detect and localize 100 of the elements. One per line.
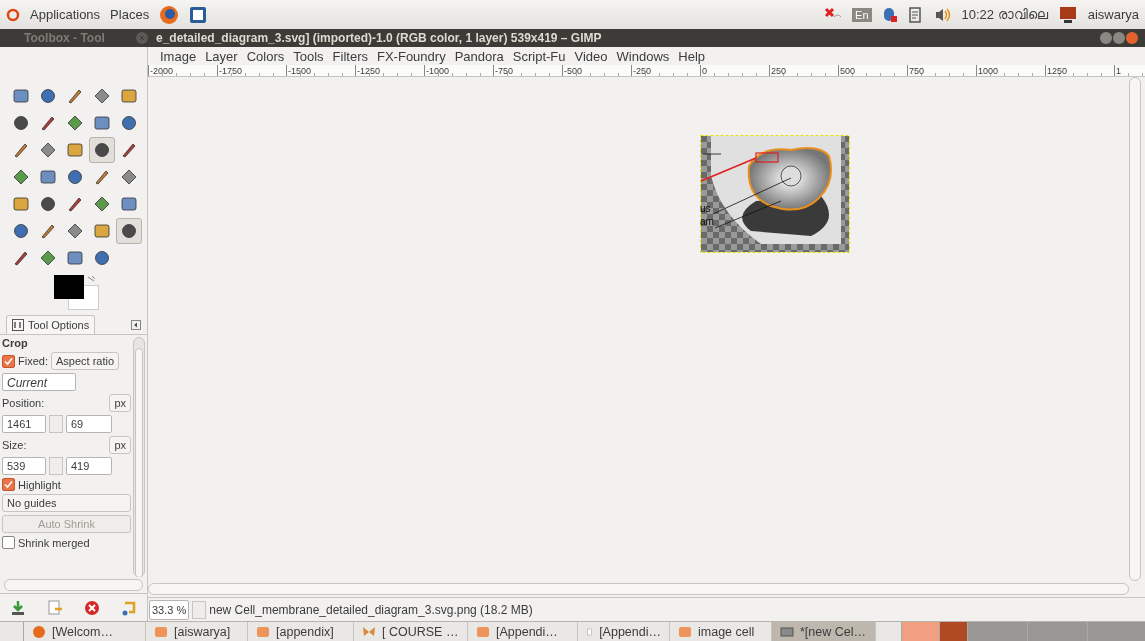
browser-icon [32, 624, 46, 639]
tool-icon [66, 222, 84, 240]
panel-menu-icon[interactable] [131, 319, 141, 330]
clipboard-icon[interactable] [907, 6, 924, 23]
butterfly-icon [362, 624, 376, 639]
taskbar-item[interactable]: [ COURSE … [354, 622, 468, 641]
guides-dropdown[interactable]: No guides [2, 494, 131, 512]
tool-options-icon [12, 319, 24, 331]
bluetooth-icon[interactable] [881, 6, 898, 23]
highlight-checkbox[interactable] [2, 478, 15, 491]
tool-icon [66, 249, 84, 267]
tool-button[interactable] [89, 137, 115, 163]
scrollbar[interactable] [148, 583, 1129, 595]
taskbar-item[interactable]: [appendix] [248, 622, 354, 641]
tool-icon [12, 168, 30, 186]
aspect-ratio-dropdown[interactable]: Aspect ratio [50, 352, 120, 370]
tool-icon [120, 114, 138, 132]
panel-menu[interactable]: Applications [30, 7, 101, 22]
shrink-merged-checkbox[interactable] [2, 536, 15, 549]
taskbar-item[interactable]: [Appendi… [578, 622, 670, 641]
tool-icon [39, 249, 57, 267]
height-field[interactable]: 419 [66, 457, 112, 475]
tool-button[interactable] [116, 218, 142, 244]
taskbar-item[interactable]: *[new Cel… [772, 622, 876, 641]
menu-item[interactable]: Layer [205, 48, 238, 64]
toolbox-title: Toolbox - Tool [23, 31, 106, 45]
window-controls-icon[interactable] [1099, 31, 1139, 45]
ruler-label: 1 [1114, 65, 1145, 76]
tool-icon [93, 114, 111, 132]
menu-item[interactable]: FX-Foundry [377, 48, 446, 64]
unit-dropdown[interactable]: px [109, 394, 131, 412]
menu-item[interactable]: Windows [616, 48, 670, 64]
tool-icon [12, 141, 30, 159]
tool-icon [12, 249, 30, 267]
zoom-field[interactable]: 33.3 % [149, 599, 190, 620]
fixed-checkbox[interactable] [2, 354, 15, 368]
panel-menu[interactable]: Places [110, 7, 150, 22]
tool-icon [93, 249, 111, 267]
speaker-icon[interactable] [933, 6, 952, 23]
folder-icon [678, 624, 692, 639]
tool-icon [93, 168, 111, 186]
tool-heading: Crop [2, 337, 29, 349]
fixed-label: Fixed: [18, 355, 48, 367]
color-swatches-drawing[interactable] [54, 275, 100, 311]
ratio-field[interactable]: Current [2, 373, 76, 391]
tool-options-tab[interactable]: Tool Options [6, 315, 96, 334]
tool-icon [66, 141, 84, 159]
keyboard-indicator[interactable]: En [852, 7, 872, 22]
menu-item[interactable]: Filters [332, 48, 368, 64]
width-field[interactable]: 539 [2, 457, 46, 475]
taskbar-item[interactable]: [Welcom… [24, 622, 146, 641]
tool-icon [120, 195, 138, 213]
tool-icon [39, 141, 57, 159]
user-name[interactable]: aiswarya [1087, 7, 1139, 22]
tool-icon [39, 168, 57, 186]
unit-dropdown[interactable]: px [109, 436, 131, 454]
clock[interactable]: 10:22 രാവിലെ [961, 6, 1048, 23]
tool-icon [93, 222, 111, 240]
scrollbar[interactable] [133, 337, 145, 577]
tool-icon [120, 87, 138, 105]
tool-icon [39, 195, 57, 213]
menu-item[interactable]: Pandora [454, 48, 504, 64]
position-x-field[interactable]: 1461 [2, 415, 46, 433]
menu-item[interactable]: Script-Fu [512, 48, 566, 64]
menu-item[interactable]: Help [678, 48, 706, 64]
tool-icon [39, 222, 57, 240]
tool-icon [93, 195, 111, 213]
menu-item[interactable]: Colors [246, 48, 285, 64]
folder-icon [154, 624, 168, 639]
taskbar-item[interactable]: [aiswarya] [146, 622, 248, 641]
menu-item[interactable]: Video [574, 48, 608, 64]
scrollbar[interactable] [1129, 77, 1141, 581]
firefox-icon[interactable] [159, 4, 180, 25]
taskbar-item[interactable]: [Appendi… [468, 622, 578, 641]
tool-icon [66, 114, 84, 132]
status-text: new Cell_membrane_detailed_diagram_3.svg.png (18.2 MB) [209, 602, 533, 617]
tool-icon [93, 141, 111, 159]
image-icon [780, 624, 794, 639]
ubuntu-logo-icon[interactable] [6, 7, 20, 22]
highlight-label: Highlight [18, 478, 61, 491]
tool-icon [39, 87, 57, 105]
size-label: Size: [2, 439, 27, 451]
taskbar-item[interactable]: image cell [670, 622, 772, 641]
computer-icon[interactable] [1057, 5, 1078, 24]
tool-icon [66, 168, 84, 186]
save-icon[interactable] [10, 599, 27, 616]
position-y-field[interactable]: 69 [66, 415, 112, 433]
delete-icon[interactable] [83, 599, 100, 616]
document-icon[interactable] [189, 5, 208, 24]
reset-icon[interactable] [120, 599, 137, 616]
tool-icon [12, 195, 30, 213]
folder-icon [256, 624, 270, 639]
scrollbar[interactable] [4, 579, 143, 591]
position-label: Position: [2, 397, 45, 409]
tool-icon [66, 195, 84, 213]
menu-item[interactable]: Tools [293, 48, 324, 64]
tool-icon [93, 87, 111, 105]
tool-icon [120, 141, 138, 159]
tool-icon [120, 168, 138, 186]
menu-item[interactable]: Image [160, 48, 197, 64]
